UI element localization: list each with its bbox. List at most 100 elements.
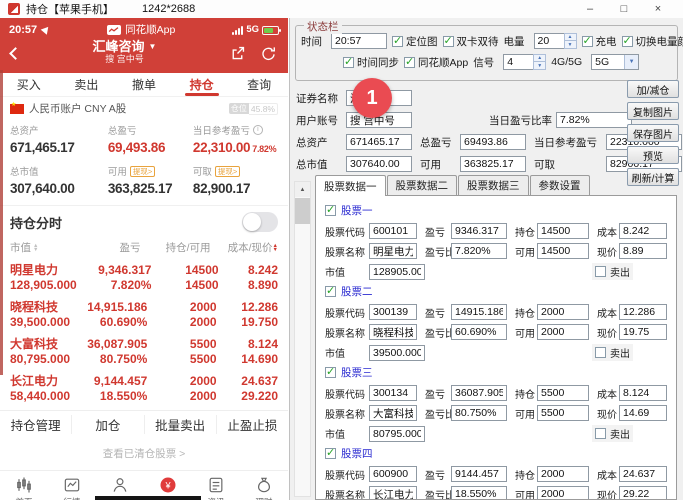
sort-icon[interactable] — [273, 244, 278, 252]
battery-icon — [262, 26, 279, 35]
promo-badge[interactable]: 提现> — [130, 166, 155, 177]
stock-profit-pct-input[interactable] — [451, 486, 507, 500]
stock-price-input[interactable] — [619, 405, 667, 421]
trade-tab[interactable]: 撤单 — [115, 73, 173, 96]
stock-code-input[interactable] — [369, 466, 417, 482]
stock-price-input[interactable] — [619, 486, 667, 500]
sell-checkbox[interactable]: 卖出 — [592, 263, 633, 280]
scrollbar[interactable]: ▲ — [294, 181, 311, 497]
stock-profit-input[interactable] — [451, 304, 507, 320]
stock-price-input[interactable] — [619, 324, 667, 340]
tabbar-item-wealth[interactable]: 理财 — [240, 475, 288, 500]
stock-price-input[interactable] — [619, 243, 667, 259]
timesync-checkbox[interactable]: 时间同步 — [343, 55, 399, 70]
stock-cost-input[interactable] — [619, 466, 667, 482]
total-assets-input[interactable] — [346, 134, 412, 150]
share-icon[interactable] — [229, 45, 246, 62]
stock-available-input[interactable] — [537, 486, 589, 500]
trade-tab[interactable]: 查询 — [230, 73, 288, 96]
network-select[interactable]: 5G ▼ — [591, 54, 639, 70]
location-checkbox[interactable]: 定位图 — [392, 34, 438, 49]
stock-cost-input[interactable] — [619, 304, 667, 320]
stock-checkbox[interactable] — [325, 286, 336, 297]
stock-profit-input[interactable] — [451, 223, 507, 239]
stock-available-input[interactable] — [537, 405, 589, 421]
available-input[interactable] — [460, 156, 526, 172]
maximize-icon[interactable]: □ — [607, 3, 641, 15]
time-input[interactable] — [331, 33, 387, 49]
day-profit-ratio-input[interactable] — [556, 112, 632, 128]
data-tab[interactable]: 股票数据三 — [458, 175, 529, 195]
side-button[interactable]: 加/减仓 — [627, 80, 679, 98]
stock-available-input[interactable] — [537, 243, 589, 259]
data-tab[interactable]: 股票数据二 — [387, 175, 458, 195]
info-icon[interactable] — [253, 125, 263, 135]
stock-cost-input[interactable] — [619, 223, 667, 239]
stock-market-value-input[interactable] — [369, 264, 425, 280]
stock-checkbox[interactable] — [325, 367, 336, 378]
stock-market-value-input[interactable] — [369, 426, 425, 442]
stock-position-input[interactable] — [537, 385, 589, 401]
tabbar-item-home[interactable]: 首页 — [0, 475, 48, 500]
cleared-stocks-link[interactable]: 查看已清仓股票 > — [0, 437, 288, 470]
trade-tab[interactable]: 买入 — [0, 73, 58, 96]
trade-tab[interactable]: 持仓 — [173, 73, 231, 96]
stock-position-input[interactable] — [537, 304, 589, 320]
stock-checkbox[interactable] — [325, 448, 336, 459]
battery-stepper[interactable]: ▲▼ — [534, 33, 577, 49]
stock-market-value-input[interactable] — [369, 345, 425, 361]
stock-profit-pct-input[interactable] — [451, 405, 507, 421]
sell-checkbox[interactable]: 卖出 — [592, 344, 633, 361]
stock-checkbox[interactable] — [325, 205, 336, 216]
phone-navbar: 汇峰咨询 ▼ 搜 宫中号 — [9, 40, 279, 66]
sell-checkbox[interactable]: 卖出 — [592, 425, 633, 442]
stock-cost-input[interactable] — [619, 385, 667, 401]
stock-profit-input[interactable] — [451, 385, 507, 401]
signal-stepper[interactable]: ▲▼ — [503, 54, 546, 70]
side-button[interactable]: 复制图片 — [627, 102, 679, 120]
broker-title[interactable]: 汇峰咨询 — [93, 40, 145, 53]
ths-app-checkbox[interactable]: 同花顺App — [404, 55, 468, 70]
stock-code-input[interactable] — [369, 385, 417, 401]
battery-color-checkbox[interactable]: 切换电量颜色 — [622, 34, 683, 49]
stock-available-input[interactable] — [537, 324, 589, 340]
action-button[interactable]: 止盈止损 — [216, 415, 288, 434]
refresh-icon[interactable] — [260, 45, 277, 62]
stock-code-input[interactable] — [369, 304, 417, 320]
stock-profit-input[interactable] — [451, 466, 507, 482]
close-icon[interactable]: × — [641, 3, 675, 15]
stock-profit-pct-input[interactable] — [451, 324, 507, 340]
action-button[interactable]: 批量卖出 — [144, 415, 216, 434]
holding-row[interactable]: 大富科技 80,795.000 36,087.905 80.750% 5500 … — [0, 334, 288, 371]
stock-code-input[interactable] — [369, 223, 417, 239]
holding-row[interactable]: 长江电力 58,440.000 9,144.457 18.550% 2000 2… — [0, 371, 288, 408]
data-tab[interactable]: 股票数据一 — [315, 175, 386, 196]
side-button[interactable]: 预览 — [627, 146, 679, 164]
holding-row[interactable]: 晓程科技 39,500.000 14,915.186 60.690% 2000 … — [0, 297, 288, 334]
side-button[interactable]: 保存图片 — [627, 124, 679, 142]
chevron-down-icon[interactable]: ▼ — [149, 40, 157, 53]
data-tab[interactable]: 参数设置 — [530, 175, 590, 195]
stock-name-input[interactable] — [369, 405, 417, 421]
promo-badge[interactable]: 提现> — [215, 166, 240, 177]
stock-position-input[interactable] — [537, 223, 589, 239]
minimize-icon[interactable]: – — [573, 3, 607, 15]
scroll-thumb[interactable] — [295, 198, 310, 224]
stock-name-input[interactable] — [369, 324, 417, 340]
scroll-up-icon[interactable]: ▲ — [295, 182, 310, 197]
charge-checkbox[interactable]: 充电 — [582, 34, 617, 49]
stock-profit-pct-input[interactable] — [451, 243, 507, 259]
graph-toggle[interactable] — [242, 212, 278, 232]
dualsim-checkbox[interactable]: 双卡双待 — [443, 34, 499, 49]
holding-row[interactable]: 明星电力 128,905.000 9,346.317 7.820% 14500 … — [0, 260, 288, 297]
market-value-input[interactable] — [346, 156, 412, 172]
stock-name-input[interactable] — [369, 486, 417, 500]
stock-position-input[interactable] — [537, 466, 589, 482]
stock-name-input[interactable] — [369, 243, 417, 259]
action-button[interactable]: 加仓 — [71, 415, 143, 434]
action-button[interactable]: 持仓管理 — [0, 415, 71, 434]
sort-icon[interactable] — [33, 244, 38, 252]
tabbar-item-market[interactable]: 行情 — [48, 475, 96, 500]
trade-tab[interactable]: 卖出 — [58, 73, 116, 96]
total-profit-input[interactable] — [460, 134, 526, 150]
